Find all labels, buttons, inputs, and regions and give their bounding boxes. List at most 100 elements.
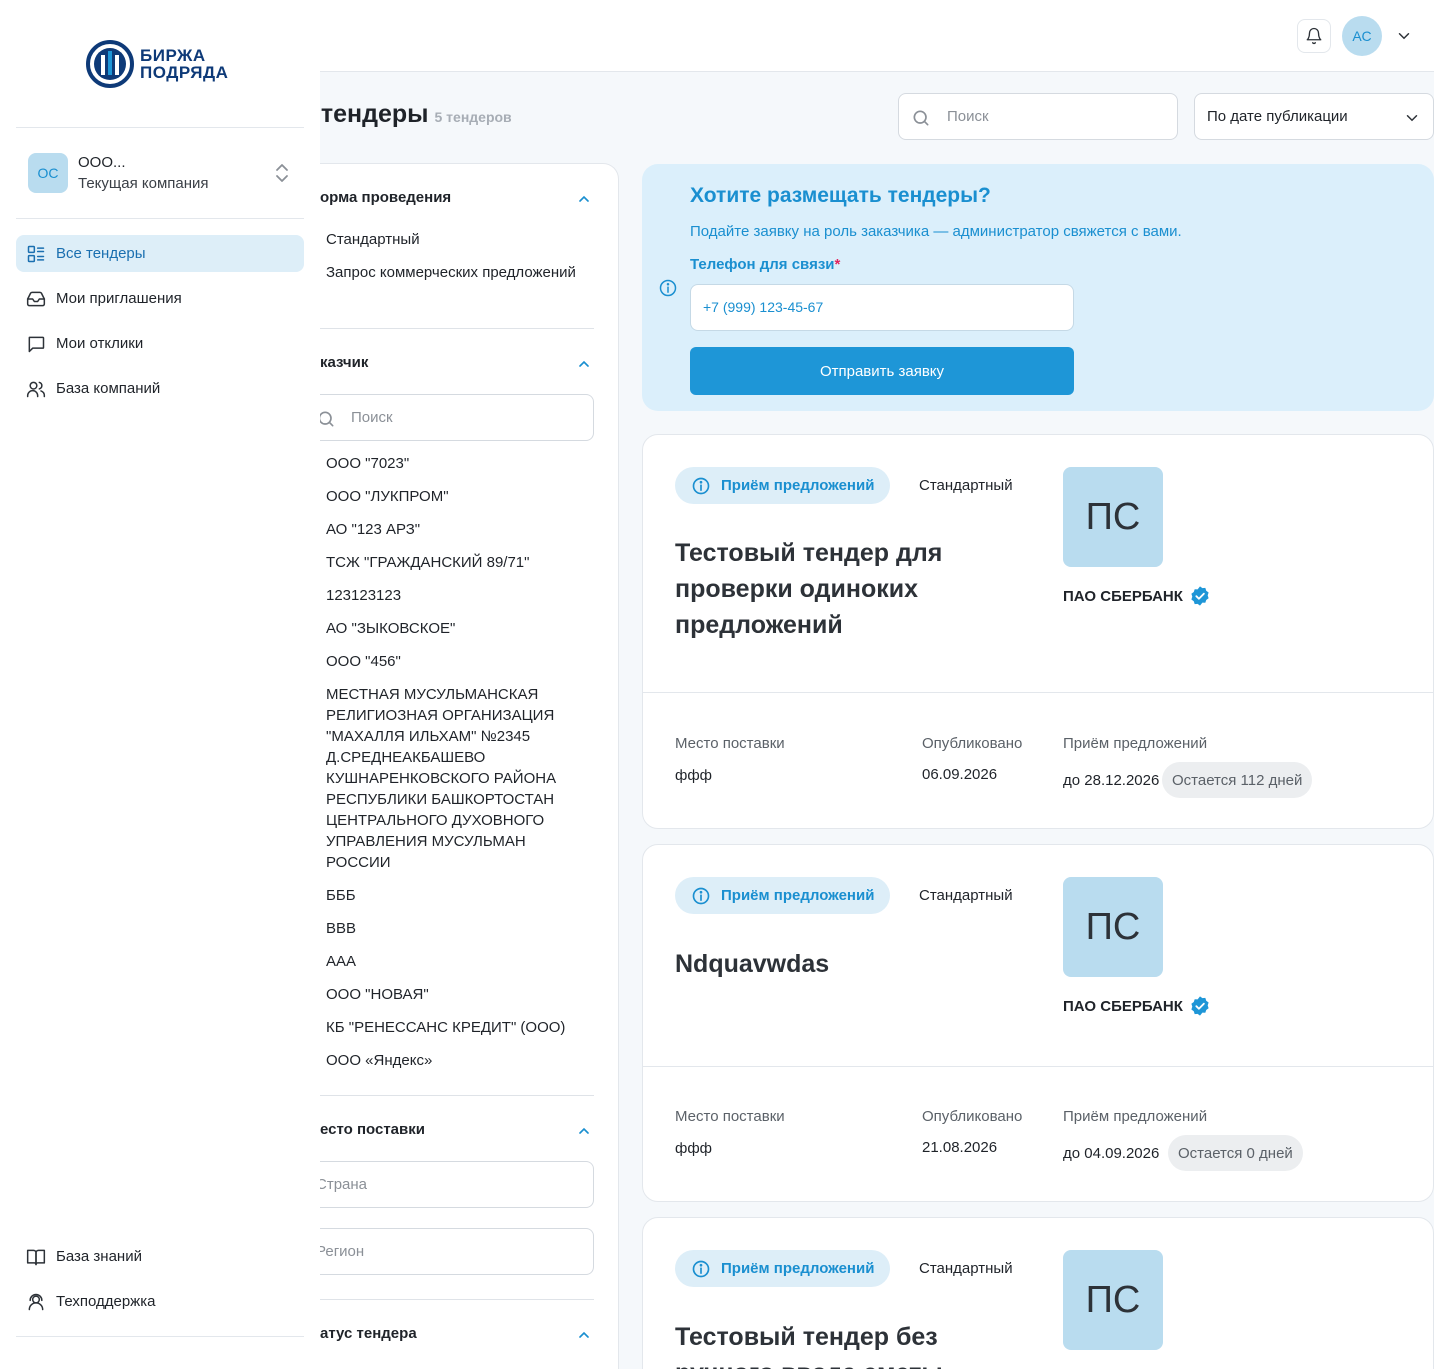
filter-status-title[interactable]: атус тендера <box>320 1325 417 1342</box>
place-label: Место поставки <box>675 735 785 752</box>
submit-request-button[interactable]: Отправить заявку <box>690 347 1074 395</box>
filter-place-title[interactable]: есто поставки <box>320 1121 425 1138</box>
org-logo: ПС <box>1063 1250 1163 1350</box>
published-label: Опубликовано <box>922 1108 1023 1125</box>
sort-select[interactable]: По дате публикации <box>1194 93 1434 140</box>
country-placeholder: Страна <box>316 1176 368 1193</box>
remaining-badge: Остается 0 дней <box>1168 1135 1303 1171</box>
sidebar-item-label: Мои приглашения <box>56 290 182 307</box>
status-text: Приём предложений <box>721 477 875 494</box>
chevron-updown-icon <box>276 164 288 182</box>
customer-option[interactable]: АО "ЗЫКОВСКОЕ" <box>326 618 576 639</box>
sidebar-item-responses[interactable]: Мои отклики <box>16 325 304 362</box>
divider <box>16 1336 304 1337</box>
sidebar-item-invitations[interactable]: Мои приглашения <box>16 280 304 317</box>
sidebar-item-companies[interactable]: База компаний <box>16 370 304 407</box>
tender-card[interactable]: Приём предложений Стандартный Ndquavwdas… <box>642 844 1434 1202</box>
published-label: Опубликовано <box>922 735 1023 752</box>
status-badge: Приём предложений <box>675 467 891 504</box>
deadline-value: до 28.12.2026 <box>1063 772 1160 789</box>
divider <box>643 692 1433 693</box>
customer-option[interactable]: 123123123 <box>326 585 576 606</box>
sidebar-item-knowledge-base[interactable]: База знаний <box>16 1238 304 1275</box>
status-text: Приём предложений <box>721 887 875 904</box>
sort-value: По дате публикации <box>1207 108 1348 125</box>
company-switcher[interactable]: ОС ООО... Текущая компания <box>16 140 304 206</box>
company-subtitle: Текущая компания <box>78 175 209 192</box>
page-title: е тендеры 5 тендеров <box>300 100 512 129</box>
org-name[interactable]: ПАО СБЕРБАНК <box>1063 585 1211 607</box>
sidebar: БИРЖА ПОДРЯДА ОС ООО... Текущая компания… <box>0 0 320 1369</box>
filter-form-title[interactable]: орма проведения <box>320 189 451 206</box>
promo-text: Подайте заявку на роль заказчика — админ… <box>690 223 1182 240</box>
sidebar-item-label: База знаний <box>56 1248 142 1265</box>
filter-customer-title[interactable]: казчик <box>320 354 368 371</box>
tender-search-input[interactable]: Поиск <box>898 93 1178 140</box>
phone-label: Телефон для связи* <box>690 256 840 273</box>
customer-option[interactable]: ООО «Яндекс» <box>326 1050 576 1071</box>
filter-option[interactable]: Стандартный <box>326 229 576 250</box>
notifications-button[interactable] <box>1297 19 1331 53</box>
customer-role-promo: Хотите размещать тендеры? Подайте заявку… <box>642 164 1434 411</box>
region-placeholder: Регион <box>316 1243 365 1260</box>
brand-logo-icon <box>86 40 134 88</box>
customer-option[interactable]: ООО "НОВАЯ" <box>326 984 576 1005</box>
customer-option[interactable]: ООО "ЛУКПРОМ" <box>326 486 576 507</box>
status-text: Приём предложений <box>721 1260 875 1277</box>
customer-option[interactable]: АО "123 АРЗ" <box>326 519 576 540</box>
brand-logo[interactable]: БИРЖА ПОДРЯДА <box>86 38 236 90</box>
search-icon <box>913 110 929 126</box>
accepting-label: Приём предложений <box>1063 1108 1208 1125</box>
customer-search-input[interactable]: Поиск <box>318 394 594 441</box>
tender-title[interactable]: Тестовый тендер без ручного ввода сметы <box>675 1319 1015 1369</box>
region-input[interactable]: Регион <box>316 1228 594 1275</box>
divider <box>16 218 304 219</box>
verified-icon <box>1191 996 1209 1016</box>
chevron-up-icon[interactable] <box>576 356 592 372</box>
divider <box>16 127 304 128</box>
phone-placeholder: +7 (999) 123-45-67 <box>703 299 824 315</box>
customer-option[interactable]: КБ "РЕНЕССАНС КРЕДИТ" (ООО) <box>326 1017 576 1038</box>
promo-title: Хотите размещать тендеры? <box>690 184 991 207</box>
country-input[interactable]: Страна <box>316 1161 594 1208</box>
chat-icon <box>28 336 45 352</box>
company-name: ООО... <box>78 154 126 171</box>
chevron-down-icon[interactable] <box>1395 27 1413 45</box>
required-mark: * <box>834 256 841 273</box>
filter-option[interactable]: Запрос коммерческих предложений <box>326 262 576 283</box>
sidebar-item-support[interactable]: Техподдержка <box>16 1283 304 1320</box>
tender-title[interactable]: Тестовый тендер для проверки одиноких пр… <box>675 535 1015 643</box>
org-name-text: ПАО СБЕРБАНК <box>1063 997 1183 1015</box>
users-icon <box>26 381 46 397</box>
chevron-up-icon[interactable] <box>576 1327 592 1343</box>
customer-option[interactable]: ААА <box>326 951 576 972</box>
sidebar-item-label: Мои отклики <box>56 335 144 352</box>
customer-option[interactable]: ТСЖ "ГРАЖДАНСКИЙ 89/71" <box>326 552 576 573</box>
org-name[interactable]: ПАО СБЕРБАНК <box>1063 995 1211 1017</box>
tender-type: Стандартный <box>919 1260 1013 1277</box>
inbox-icon <box>26 291 46 306</box>
place-value: ффф <box>675 1140 713 1157</box>
brand-name: БИРЖА ПОДРЯДА <box>140 47 228 81</box>
tender-card[interactable]: Приём предложений Стандартный Тестовый т… <box>642 1217 1434 1369</box>
customer-option[interactable]: ООО "456" <box>326 651 576 672</box>
customer-option[interactable]: БББ <box>326 885 576 906</box>
customer-option[interactable]: ВВВ <box>326 918 576 939</box>
chevron-up-icon[interactable] <box>576 191 592 207</box>
bell-icon <box>1306 27 1322 45</box>
chevron-up-icon[interactable] <box>576 1123 592 1139</box>
phone-input[interactable]: +7 (999) 123-45-67 <box>690 284 1074 331</box>
customer-option[interactable]: ООО "7023" <box>326 453 576 474</box>
customer-search-placeholder: Поиск <box>351 409 393 426</box>
sidebar-item-label: Все тендеры <box>56 245 146 262</box>
divider <box>320 1095 594 1096</box>
tender-card[interactable]: Приём предложений Стандартный Тестовый т… <box>642 434 1434 829</box>
chevron-down-icon <box>1406 115 1418 122</box>
company-avatar: ОС <box>28 153 68 193</box>
sidebar-item-label: Техподдержка <box>56 1293 156 1310</box>
sidebar-item-all-tenders[interactable]: Все тендеры <box>16 235 304 272</box>
list-icon <box>27 245 45 262</box>
user-avatar[interactable]: АС <box>1342 16 1382 56</box>
tender-title[interactable]: Ndquavwdas <box>675 946 1015 982</box>
customer-option[interactable]: МЕСТНАЯ МУСУЛЬМАНСКАЯ РЕЛИГИОЗНАЯ ОРГАНИ… <box>326 684 572 873</box>
